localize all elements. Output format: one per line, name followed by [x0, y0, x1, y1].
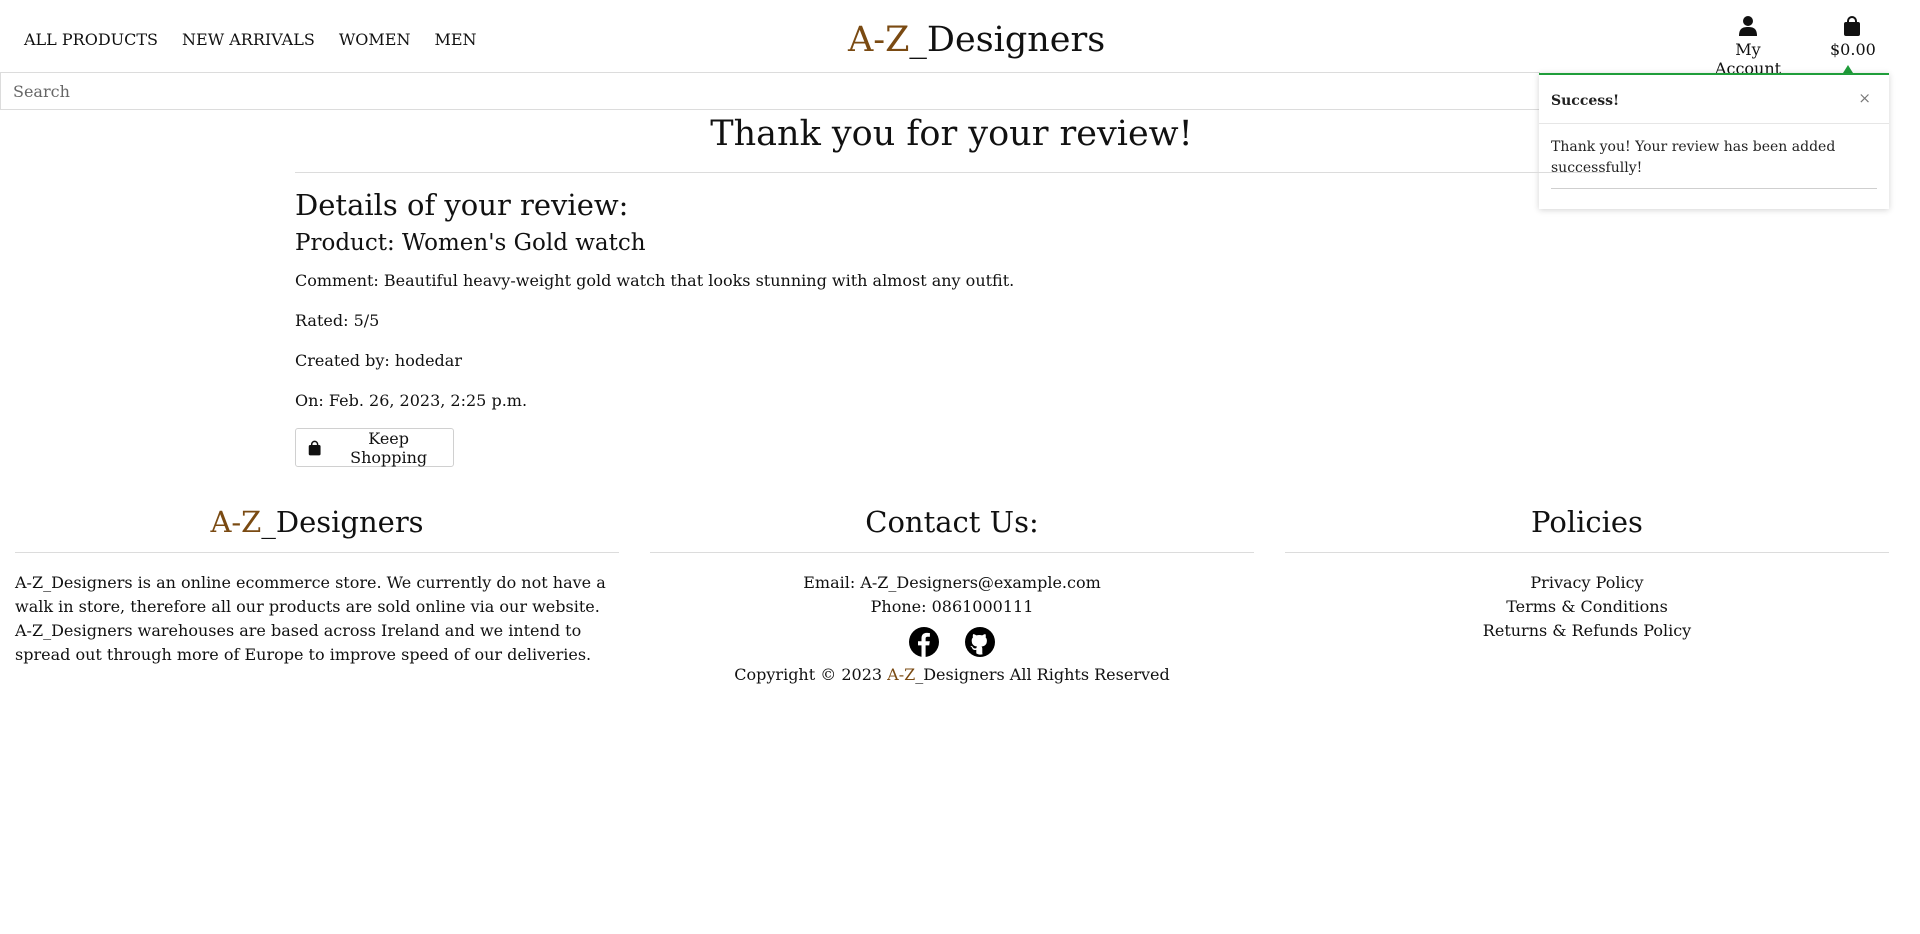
site-header: ALL PRODUCTS NEW ARRIVALS WOMEN MEN A-Z_…: [0, 0, 1905, 78]
review-author: Created by: hodedar: [295, 351, 462, 370]
main-nav: ALL PRODUCTS NEW ARRIVALS WOMEN MEN: [24, 30, 477, 49]
contact-email: Email: A-Z_Designers@example.com: [803, 573, 1101, 592]
footer-brand-rest: _Designers: [261, 505, 424, 539]
nav-new-arrivals[interactable]: NEW ARRIVALS: [182, 30, 315, 49]
logo-az: A-Z: [848, 20, 910, 60]
footer-contact: Contact Us: Email: A-Z_Designers@example…: [650, 500, 1254, 687]
page-title: Thank you for your review!: [710, 114, 1193, 154]
facebook-icon[interactable]: [909, 627, 939, 657]
search-bar: [0, 72, 1540, 110]
footer-contact-title: Contact Us:: [865, 505, 1039, 539]
review-product: Product: Women's Gold watch: [295, 230, 646, 256]
nav-women[interactable]: WOMEN: [339, 30, 411, 49]
details-heading: Details of your review:: [295, 188, 629, 222]
footer-contact-body: Email: A-Z_Designers@example.com Phone: …: [650, 571, 1254, 687]
review-date: On: Feb. 26, 2023, 2:25 p.m.: [295, 391, 528, 410]
footer-divider: [650, 552, 1254, 553]
toast-arrow: [1843, 65, 1853, 73]
footer-about: A-Z_Designers A-Z_Designers is an online…: [15, 500, 619, 667]
review-rating: Rated: 5/5: [295, 311, 380, 330]
github-icon[interactable]: [965, 627, 995, 657]
contact-phone: Phone: 0861000111: [870, 597, 1034, 616]
user-icon: [1739, 16, 1757, 36]
returns-refunds-link[interactable]: Returns & Refunds Policy: [1285, 619, 1889, 643]
terms-conditions-link[interactable]: Terms & Conditions: [1285, 595, 1889, 619]
copyright-prefix: Copyright © 2023: [734, 665, 888, 684]
footer-divider: [15, 552, 619, 553]
shopping-bag-icon: [1844, 16, 1860, 36]
policy-links: Privacy Policy Terms & Conditions Return…: [1285, 571, 1889, 643]
nav-men[interactable]: MEN: [434, 30, 476, 49]
site-logo[interactable]: A-Z_Designers: [848, 20, 1105, 60]
footer-policies: Policies Privacy Policy Terms & Conditio…: [1285, 500, 1889, 643]
shopping-bag-link[interactable]: $0.00: [1830, 16, 1876, 59]
keep-shopping-label: Keep Shopping: [350, 428, 428, 467]
footer-about-text: A-Z_Designers is an online ecommerce sto…: [15, 573, 606, 664]
title-divider: [295, 172, 1605, 173]
search-input[interactable]: [1, 73, 1539, 109]
bag-total: $0.00: [1830, 40, 1876, 59]
copyright-brand: _Designers: [915, 665, 1005, 684]
close-icon[interactable]: ×: [1858, 89, 1871, 107]
copyright-brand-az: A-Z: [887, 665, 916, 684]
footer-divider: [1285, 552, 1889, 553]
nav-all-products[interactable]: ALL PRODUCTS: [24, 30, 158, 49]
toast-title: Success!: [1551, 93, 1620, 109]
logo-designers: _Designers: [909, 20, 1106, 60]
review-comment: Comment: Beautiful heavy-weight gold wat…: [295, 271, 1015, 290]
toast-progress-line: [1551, 188, 1877, 189]
keep-shopping-button[interactable]: Keep Shopping: [295, 428, 454, 467]
shopping-bag-icon: [308, 440, 321, 455]
footer-policies-title: Policies: [1531, 505, 1643, 539]
copyright: Copyright © 2023 A-Z_Designers All Right…: [650, 663, 1254, 687]
social-links: [650, 627, 1254, 657]
copyright-suffix: All Rights Reserved: [1004, 665, 1170, 684]
footer-brand-az: A-Z: [210, 505, 262, 539]
footer-about-title: A-Z_Designers: [15, 500, 619, 552]
privacy-policy-link[interactable]: Privacy Policy: [1285, 571, 1889, 595]
my-account-link[interactable]: My Account: [1704, 16, 1792, 78]
